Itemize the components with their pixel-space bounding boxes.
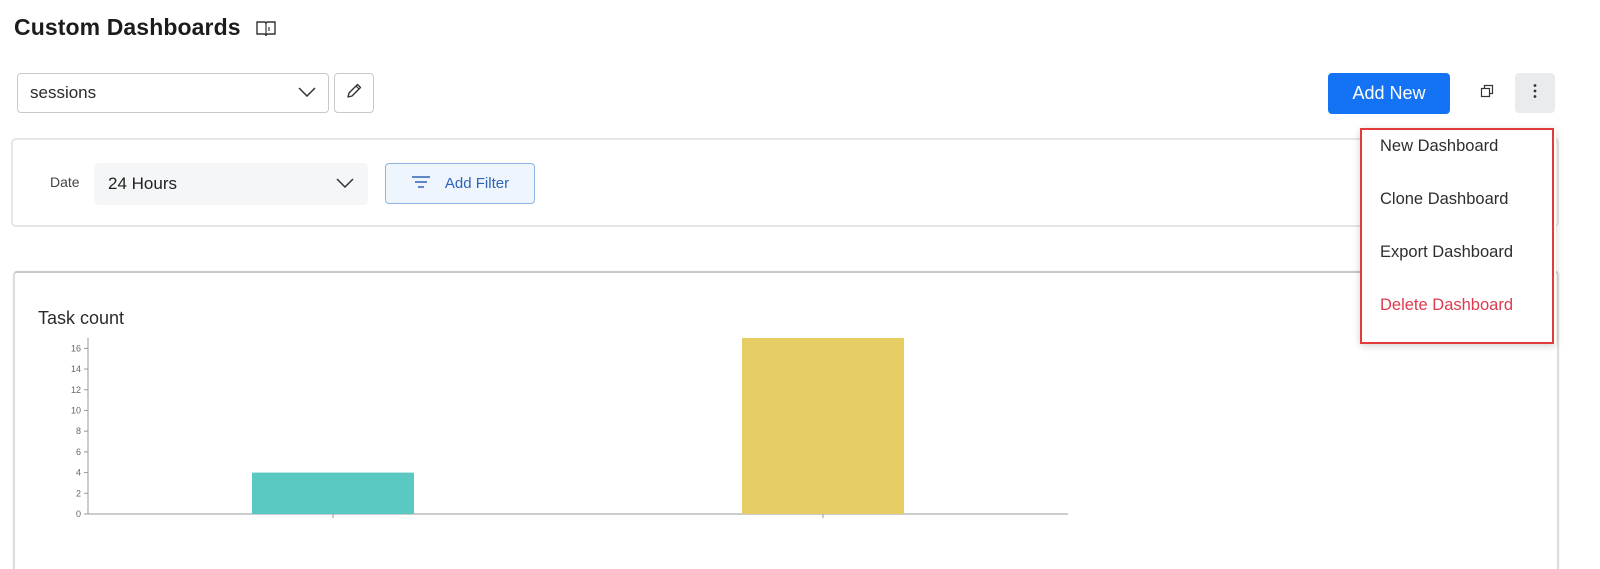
chevron-down-icon: [298, 84, 316, 102]
y-tick-label: 6: [76, 447, 81, 457]
y-tick-label: 10: [71, 405, 81, 415]
y-tick-label: 4: [76, 468, 81, 478]
add-new-button[interactable]: Add New: [1328, 73, 1450, 114]
book-icon[interactable]: [255, 19, 277, 37]
y-tick-label: 2: [76, 488, 81, 498]
filter-lines-icon: [411, 175, 431, 193]
dashboard-select-value: sessions: [30, 83, 97, 102]
restore-window-icon: [1480, 84, 1494, 103]
dashboard-select[interactable]: sessions: [17, 73, 329, 113]
menu-item-delete-dashboard[interactable]: Delete Dashboard: [1380, 296, 1513, 315]
edit-dashboard-button[interactable]: [334, 73, 374, 113]
more-options-button[interactable]: [1515, 73, 1555, 113]
y-tick-label: 8: [76, 426, 81, 436]
menu-item-clone-dashboard[interactable]: Clone Dashboard: [1380, 190, 1508, 209]
pencil-icon: [345, 82, 363, 105]
add-filter-button[interactable]: Add Filter: [385, 163, 535, 204]
page-header: Custom Dashboards: [14, 14, 277, 41]
add-filter-label: Add Filter: [444, 175, 510, 192]
y-tick-label: 14: [71, 364, 81, 374]
y-tick-label: 12: [71, 385, 81, 395]
kebab-menu-icon: [1533, 83, 1537, 104]
dashboard-options-menu: New Dashboard Clone Dashboard Export Das…: [1360, 128, 1556, 344]
bar: [252, 472, 414, 514]
y-tick-label: 0: [76, 509, 81, 519]
restore-window-button[interactable]: [1471, 77, 1503, 109]
menu-item-new-dashboard[interactable]: New Dashboard: [1380, 137, 1498, 156]
bar: [742, 338, 904, 514]
date-range-value: 24 Hours: [108, 174, 177, 193]
menu-item-export-dashboard[interactable]: Export Dashboard: [1380, 243, 1513, 262]
date-label: Date: [50, 174, 80, 190]
page-title: Custom Dashboards: [14, 14, 241, 40]
chevron-down-icon: [336, 175, 354, 193]
date-range-select[interactable]: 24 Hours: [94, 163, 368, 205]
y-tick-label: 16: [71, 343, 81, 353]
bar-chart: 0 2 4 6 8 10 12 14 16: [71, 338, 1068, 519]
chart-title: Task count: [38, 308, 125, 328]
